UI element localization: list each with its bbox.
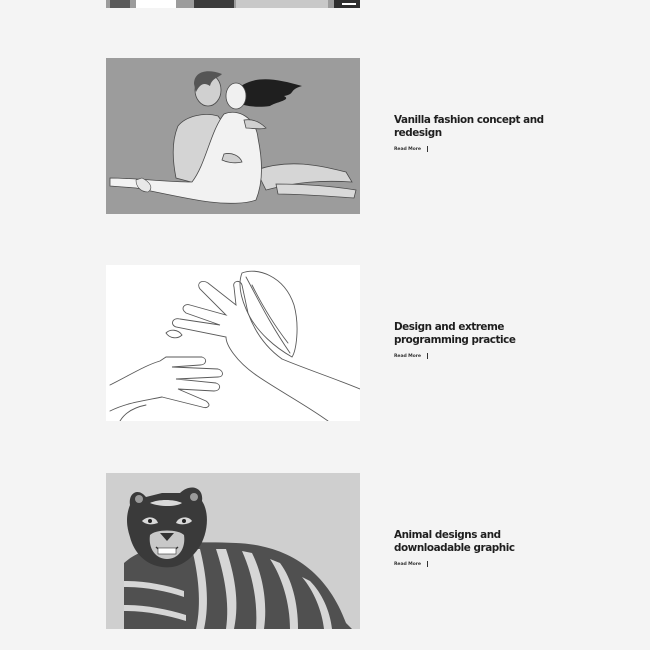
post-image-couple[interactable] xyxy=(106,58,360,214)
post-image-hands[interactable] xyxy=(106,265,360,421)
divider-bar xyxy=(426,561,428,567)
previous-post-image[interactable] xyxy=(106,0,360,8)
read-more-link[interactable]: Read More xyxy=(394,353,564,359)
post-image-tiger[interactable] xyxy=(106,473,360,629)
read-more-link[interactable]: Read More xyxy=(394,561,564,567)
divider-bar xyxy=(426,146,428,152)
blog-post: Animal designs and downloadable graphic … xyxy=(106,473,566,629)
post-info: Design and extreme programming practice … xyxy=(394,321,564,359)
blog-post: Design and extreme programming practice … xyxy=(106,265,566,421)
post-info: Animal designs and downloadable graphic … xyxy=(394,529,564,567)
divider-bar xyxy=(426,353,428,359)
read-more-label[interactable]: Read More xyxy=(394,354,421,359)
post-title[interactable]: Design and extreme programming practice xyxy=(394,321,564,347)
read-more-link[interactable]: Read More xyxy=(394,146,564,152)
post-title[interactable]: Animal designs and downloadable graphic xyxy=(394,529,564,555)
blog-post: Vanilla fashion concept and redesign Rea… xyxy=(106,58,566,214)
read-more-label[interactable]: Read More xyxy=(394,147,421,152)
post-title[interactable]: Vanilla fashion concept and redesign xyxy=(394,114,564,140)
read-more-label[interactable]: Read More xyxy=(394,562,421,567)
post-info: Vanilla fashion concept and redesign Rea… xyxy=(394,114,564,152)
